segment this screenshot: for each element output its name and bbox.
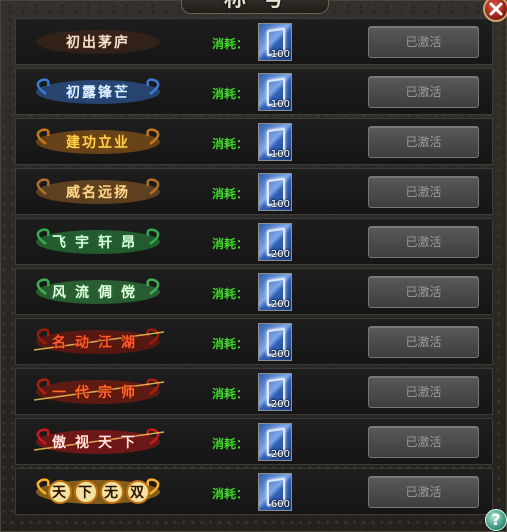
- scroll-icon[interactable]: 200: [258, 323, 292, 361]
- title-row: 初露锋芒 消耗： 100 已激活: [15, 68, 493, 115]
- item-count: 200: [270, 449, 290, 460]
- activated-button[interactable]: 已激活: [368, 226, 479, 258]
- cost-label: 消耗：: [212, 387, 249, 401]
- cost-label: 消耗：: [212, 187, 249, 201]
- title-row: 一代宗师 消耗： 200 已激活: [15, 368, 493, 415]
- scroll-icon[interactable]: 200: [258, 223, 292, 261]
- activated-button[interactable]: 已激活: [368, 326, 479, 358]
- title-name: 建功立业: [66, 135, 130, 151]
- title-row: 威名远扬 消耗： 100 已激活: [15, 168, 493, 215]
- item-count: 200: [270, 399, 290, 410]
- title-name: 飞宇轩昂: [52, 235, 144, 251]
- item-count: 100: [270, 149, 290, 160]
- title-badge: 天下无双: [24, 474, 172, 510]
- title-badge: 威名远扬: [24, 174, 172, 210]
- close-button[interactable]: [483, 0, 507, 22]
- cost-label: 消耗：: [212, 87, 249, 101]
- title-window: 称号 初出茅庐消耗：100已激活初露锋芒消耗：100已激活建功立业消耗：100已…: [0, 0, 507, 532]
- scroll-icon[interactable]: 100: [258, 123, 292, 161]
- title-badge: 名动江湖: [24, 324, 172, 360]
- title-name: 天下无双: [52, 485, 156, 501]
- title-name: 一代宗师: [52, 385, 144, 401]
- title-name: 名动江湖: [52, 335, 144, 351]
- title-row: 风流倜傥 消耗： 200 已激活: [15, 268, 493, 315]
- title-row: 建功立业 消耗： 100 已激活: [15, 118, 493, 165]
- item-count: 100: [270, 199, 290, 210]
- item-count: 200: [270, 249, 290, 260]
- window-title: 称号: [224, 0, 300, 12]
- title-badge: 建功立业: [24, 124, 172, 160]
- activated-button[interactable]: 已激活: [368, 176, 479, 208]
- window-title-plate: 称号: [181, 0, 329, 14]
- cost-label: 消耗：: [212, 237, 249, 251]
- title-badge: 飞宇轩昂: [24, 224, 172, 260]
- title-row: 飞宇轩昂 消耗： 200 已激活: [15, 218, 493, 265]
- activated-button[interactable]: 已激活: [368, 26, 479, 58]
- title-row: 名动江湖 消耗： 200 已激活: [15, 318, 493, 365]
- scroll-icon[interactable]: 600: [258, 473, 292, 511]
- item-count: 100: [270, 99, 290, 110]
- close-icon: [489, 2, 503, 16]
- activated-button[interactable]: 已激活: [368, 126, 479, 158]
- title-name: 威名远扬: [66, 185, 130, 201]
- help-button[interactable]: ?: [485, 509, 507, 531]
- cost-label: 消耗：: [212, 337, 249, 351]
- title-row: 傲视天下 消耗： 200 已激活: [15, 418, 493, 465]
- cost-label: 消耗：: [212, 287, 249, 301]
- title-row: 天下无双 消耗： 600 已激活: [15, 468, 493, 515]
- title-badge: 初露锋芒: [24, 74, 172, 110]
- title-badge: 傲视天下: [24, 424, 172, 460]
- scroll-icon[interactable]: 200: [258, 273, 292, 311]
- title-name: 初出茅庐: [66, 35, 130, 51]
- title-badge: 一代宗师: [24, 374, 172, 410]
- activated-button[interactable]: 已激活: [368, 276, 479, 308]
- item-count: 600: [270, 499, 290, 510]
- title-name: 傲视天下: [52, 435, 144, 451]
- item-count: 200: [270, 299, 290, 310]
- cost-label: 消耗：: [212, 487, 249, 501]
- activated-button[interactable]: 已激活: [368, 426, 479, 458]
- title-name: 初露锋芒: [66, 85, 130, 101]
- scroll-icon[interactable]: 200: [258, 373, 292, 411]
- cost-label: 消耗：: [212, 37, 249, 51]
- activated-button[interactable]: 已激活: [368, 376, 479, 408]
- activated-button[interactable]: 已激活: [368, 76, 479, 108]
- title-badge: 风流倜傥: [24, 274, 172, 310]
- title-row: 初出茅庐 消耗： 100 已激活: [15, 18, 493, 65]
- title-badge: 初出茅庐: [24, 24, 172, 60]
- activated-button[interactable]: 已激活: [368, 476, 479, 508]
- title-name: 风流倜傥: [52, 285, 144, 301]
- title-list: 初出茅庐 消耗： 100 已激活 初露锋芒 消耗： 100 已激活 建功立业 消耗： 100 已激活威…: [15, 18, 493, 518]
- scroll-icon[interactable]: 100: [258, 73, 292, 111]
- item-count: 100: [270, 49, 290, 60]
- scroll-icon[interactable]: 100: [258, 23, 292, 61]
- cost-label: 消耗：: [212, 437, 249, 451]
- item-count: 200: [270, 349, 290, 360]
- scroll-icon[interactable]: 100: [258, 173, 292, 211]
- cost-label: 消耗：: [212, 137, 249, 151]
- scroll-icon[interactable]: 200: [258, 423, 292, 461]
